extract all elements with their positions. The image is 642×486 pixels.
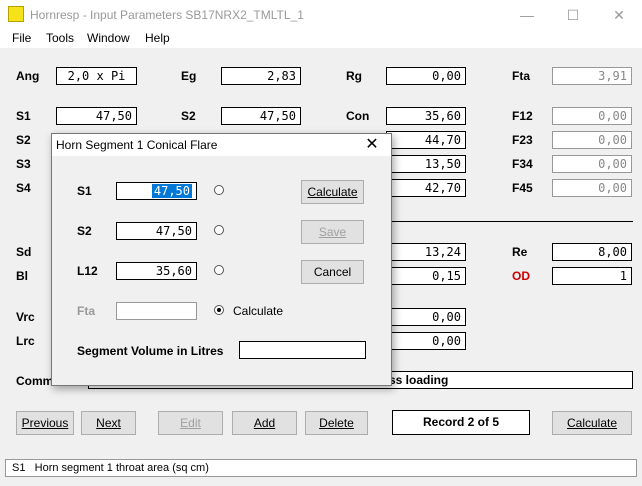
row4-field[interactable]: 42,70: [386, 179, 466, 197]
dlg-s1-label: S1: [77, 184, 92, 198]
menu-window[interactable]: Window: [87, 31, 130, 45]
s1-label: S1: [16, 109, 31, 123]
dlg-fta-label: Fta: [77, 304, 95, 318]
menu-file[interactable]: File: [12, 31, 31, 45]
comment-label: Comm: [16, 374, 54, 388]
delete-button-label: Delete: [319, 416, 354, 430]
rg-label: Rg: [346, 69, 362, 83]
l12-radio[interactable]: [214, 265, 224, 275]
edit-button-label: Edit: [180, 416, 201, 430]
dlg-cancel-label: Cancel: [313, 265, 352, 279]
close-button[interactable]: ✕: [596, 0, 642, 30]
previous-button-label: Previous: [21, 416, 69, 430]
status-field: S1: [12, 462, 26, 474]
status-text: Horn segment 1 throat area (sq cm): [34, 462, 209, 474]
calculate-radio[interactable]: [214, 305, 224, 315]
bl-label: Bl: [16, 269, 28, 283]
ang-field[interactable]: 2,0 x Pi: [56, 67, 137, 85]
f34-label: F34: [512, 157, 533, 171]
dlg-s1-field[interactable]: 47,50: [116, 182, 197, 200]
sd-row-field[interactable]: 13,24: [386, 243, 466, 261]
calculate-radio-label: Calculate: [233, 304, 284, 318]
volume-label: Segment Volume in Litres: [77, 344, 224, 358]
s2-field[interactable]: 47,50: [221, 107, 301, 125]
dlg-s1-value: 47,50: [151, 184, 192, 198]
con-label: Con: [346, 109, 370, 123]
menu-tools[interactable]: Tools: [46, 31, 74, 45]
dlg-save-button[interactable]: Save: [301, 220, 364, 244]
add-button[interactable]: Add: [232, 411, 297, 435]
dlg-calculate-button[interactable]: Calculate: [301, 180, 364, 204]
od-label: OD: [512, 269, 530, 283]
f23-field: 0,00: [552, 131, 632, 149]
previous-button[interactable]: Previous: [16, 411, 74, 435]
f23-label: F23: [512, 133, 533, 147]
dialog-close-icon[interactable]: ✕: [357, 134, 387, 156]
lrc-row-field[interactable]: 0,00: [386, 332, 466, 350]
volume-field[interactable]: [239, 341, 366, 359]
dlg-fta-field: [116, 302, 197, 320]
maximize-button[interactable]: ☐: [550, 0, 596, 30]
eg-label: Eg: [181, 69, 197, 83]
calculate-button[interactable]: Calculate: [552, 411, 632, 435]
lrc-label: Lrc: [16, 334, 35, 348]
delete-button[interactable]: Delete: [305, 411, 368, 435]
dlg-s2-field[interactable]: 47,50: [116, 222, 197, 240]
re-field[interactable]: 8,00: [552, 243, 632, 261]
s1-field[interactable]: 47,50: [56, 107, 137, 125]
eg-field[interactable]: 2,83: [221, 67, 301, 85]
fta-label: Fta: [512, 69, 530, 83]
s4-label: S4: [16, 181, 31, 195]
minimize-button[interactable]: —: [504, 0, 550, 30]
record-counter: Record 2 of 5: [392, 410, 530, 435]
dlg-calculate-label: Calculate: [307, 185, 358, 199]
dlg-save-label: Save: [318, 225, 347, 239]
rg-field[interactable]: 0,00: [386, 67, 466, 85]
f34-field: 0,00: [552, 155, 632, 173]
window-title: Hornresp - Input Parameters SB17NRX2_TML…: [30, 8, 304, 22]
dlg-l12-field[interactable]: 35,60: [116, 262, 197, 280]
calculate-button-label: Calculate: [566, 416, 618, 430]
conical-flare-dialog: Horn Segment 1 Conical Flare ✕ S1 47,50 …: [51, 133, 392, 386]
row2-field[interactable]: 44,70: [386, 131, 466, 149]
bl-row-field[interactable]: 0,15: [386, 267, 466, 285]
fta-field: 3,91: [552, 67, 632, 85]
con-field[interactable]: 35,60: [386, 107, 466, 125]
app-icon: [8, 6, 24, 22]
s2-radio[interactable]: [214, 225, 224, 235]
re-label: Re: [512, 245, 528, 259]
status-bar: S1 Horn segment 1 throat area (sq cm): [5, 459, 637, 477]
od-field[interactable]: 1: [552, 267, 632, 285]
f12-field: 0,00: [552, 107, 632, 125]
next-button-label: Next: [96, 416, 121, 430]
s2-label: S2: [181, 109, 196, 123]
s1-radio[interactable]: [214, 185, 224, 195]
vrc-row-field[interactable]: 0,00: [386, 308, 466, 326]
vrc-label: Vrc: [16, 310, 35, 324]
f45-label: F45: [512, 181, 533, 195]
menu-help[interactable]: Help: [145, 31, 170, 45]
dlg-cancel-button[interactable]: Cancel: [301, 260, 364, 284]
sd-label: Sd: [16, 245, 32, 259]
dlg-l12-label: L12: [77, 264, 98, 278]
add-button-label: Add: [253, 416, 276, 430]
f45-field: 0,00: [552, 179, 632, 197]
dlg-s2-label: S2: [77, 224, 92, 238]
row3-field[interactable]: 13,50: [386, 155, 466, 173]
ang-label: Ang: [16, 69, 40, 83]
s2b-label: S2: [16, 133, 31, 147]
f12-label: F12: [512, 109, 533, 123]
next-button[interactable]: Next: [81, 411, 136, 435]
s3-label: S3: [16, 157, 31, 171]
edit-button[interactable]: Edit: [158, 411, 223, 435]
divider: [386, 221, 633, 222]
dialog-title: Horn Segment 1 Conical Flare: [56, 138, 218, 152]
